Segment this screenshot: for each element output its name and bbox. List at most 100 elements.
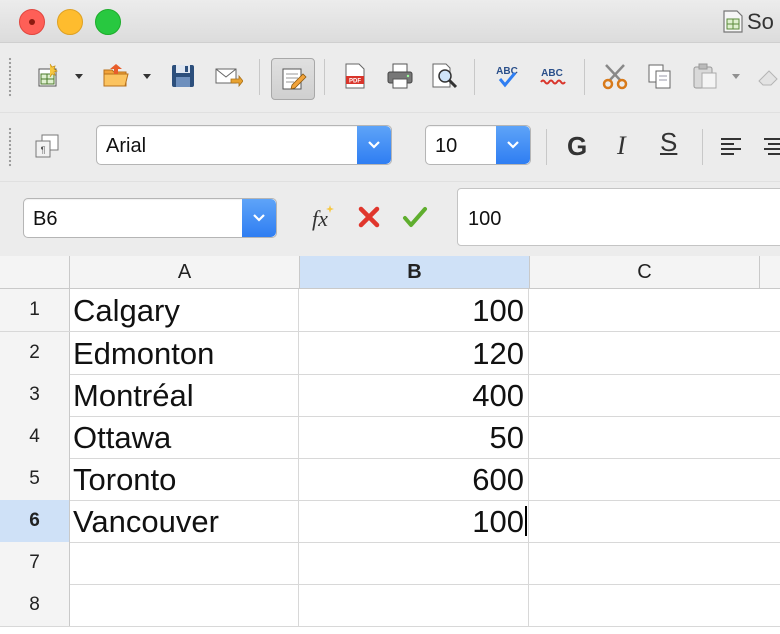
- cell-c4[interactable]: [530, 416, 780, 458]
- row-header[interactable]: 5: [0, 458, 70, 500]
- column-header-row: A B C: [0, 256, 780, 289]
- align-center-icon[interactable]: [757, 129, 780, 163]
- table-row: 6 Vancouver 100: [0, 500, 780, 543]
- table-row: 4 Ottawa 50: [0, 416, 780, 459]
- cancel-icon[interactable]: [352, 200, 386, 234]
- spreadsheet-grid[interactable]: A B C 1 Calgary 100 2 Edmonton 120 3 Mon…: [0, 256, 780, 634]
- email-icon[interactable]: [211, 59, 245, 93]
- align-left-icon[interactable]: [714, 129, 748, 163]
- toolbar-separator: [474, 59, 475, 95]
- cut-icon[interactable]: [598, 59, 632, 93]
- cell-b6-active[interactable]: 100: [300, 500, 529, 542]
- cell-c8[interactable]: [530, 584, 780, 626]
- font-name-combo[interactable]: Arial: [96, 125, 392, 165]
- new-dropdown-arrow[interactable]: [74, 59, 84, 93]
- cell-b8[interactable]: [300, 584, 529, 626]
- cell-b1[interactable]: 100: [300, 289, 529, 331]
- cell-a3[interactable]: Montréal: [70, 374, 299, 416]
- toolbar-grip[interactable]: [8, 127, 12, 167]
- clear-format-icon[interactable]: [751, 59, 780, 93]
- column-header-a[interactable]: A: [70, 256, 300, 288]
- row-header[interactable]: 3: [0, 374, 70, 416]
- table-row: 5 Toronto 600: [0, 458, 780, 501]
- toolbar-separator: [702, 129, 703, 165]
- paste-dropdown-arrow[interactable]: [731, 59, 741, 93]
- select-all-corner[interactable]: [0, 256, 70, 288]
- cell-c3[interactable]: [530, 374, 780, 416]
- edit-mode-icon[interactable]: [271, 58, 315, 100]
- column-header-b[interactable]: B: [300, 256, 530, 288]
- italic-button[interactable]: I: [617, 131, 626, 161]
- styles-icon[interactable]: ¶: [30, 129, 64, 163]
- print-preview-icon[interactable]: [427, 59, 461, 93]
- close-window-button[interactable]: [19, 9, 45, 35]
- chevron-down-icon: [507, 141, 519, 149]
- formula-input-value[interactable]: 100: [468, 208, 501, 231]
- cell-a8[interactable]: [70, 584, 299, 626]
- minimize-window-button[interactable]: [57, 9, 83, 35]
- font-size-dropdown-button[interactable]: [496, 126, 530, 164]
- table-row: 3 Montréal 400: [0, 374, 780, 417]
- print-icon[interactable]: [383, 59, 417, 93]
- row-header[interactable]: 8: [0, 584, 70, 626]
- cell-a6[interactable]: Vancouver: [70, 500, 299, 542]
- chevron-down-icon: [368, 141, 380, 149]
- cell-c5[interactable]: [530, 458, 780, 500]
- cell-b3[interactable]: 400: [300, 374, 529, 416]
- cell-b7[interactable]: [300, 542, 529, 584]
- copy-icon[interactable]: [643, 59, 677, 93]
- cell-a2[interactable]: Edmonton: [70, 332, 299, 374]
- shadow-button[interactable]: S: [660, 127, 677, 158]
- toolbar-separator: [259, 59, 260, 95]
- name-box-value[interactable]: B6: [33, 208, 57, 231]
- toolbar-separator: [584, 59, 585, 95]
- toolbar-separator: [324, 59, 325, 95]
- toolbar-separator: [546, 129, 547, 165]
- standard-toolbar: PDF ABC ABC: [0, 43, 780, 111]
- cell-a4[interactable]: Ottawa: [70, 416, 299, 458]
- table-row: 2 Edmonton 120: [0, 332, 780, 375]
- table-row: 8: [0, 584, 780, 627]
- font-name-value[interactable]: Arial: [106, 135, 146, 158]
- row-header[interactable]: 6: [0, 500, 70, 542]
- bold-button[interactable]: G: [567, 131, 587, 162]
- toolbar-grip[interactable]: [8, 57, 12, 97]
- row-header[interactable]: 7: [0, 542, 70, 584]
- maximize-window-button[interactable]: [95, 9, 121, 35]
- row-header[interactable]: 4: [0, 416, 70, 458]
- formula-input[interactable]: 100: [457, 188, 780, 246]
- spellcheck-icon[interactable]: ABC: [490, 59, 524, 93]
- new-spreadsheet-icon[interactable]: [31, 59, 65, 93]
- column-header-c[interactable]: C: [530, 256, 760, 288]
- cell-b4[interactable]: 50: [300, 416, 529, 458]
- cell-a7[interactable]: [70, 542, 299, 584]
- cell-c6[interactable]: [530, 500, 780, 542]
- table-row: 1 Calgary 100: [0, 289, 780, 332]
- cell-b2[interactable]: 120: [300, 332, 529, 374]
- save-icon[interactable]: [166, 59, 200, 93]
- export-pdf-icon[interactable]: PDF: [338, 59, 372, 93]
- row-header[interactable]: 2: [0, 332, 70, 374]
- open-folder-icon[interactable]: [99, 59, 133, 93]
- autospellcheck-icon[interactable]: ABC: [535, 59, 569, 93]
- name-box[interactable]: B6: [23, 198, 277, 238]
- font-size-value[interactable]: 10: [435, 135, 457, 158]
- font-size-combo[interactable]: 10: [425, 125, 531, 165]
- cell-b5[interactable]: 600: [300, 458, 529, 500]
- svg-text:fx: fx: [312, 206, 328, 231]
- row-header[interactable]: 1: [0, 289, 70, 331]
- chevron-down-icon: [253, 214, 265, 222]
- cell-c2[interactable]: [530, 332, 780, 374]
- accept-icon[interactable]: [398, 200, 432, 234]
- open-dropdown-arrow[interactable]: [142, 59, 152, 93]
- cell-a5[interactable]: Toronto: [70, 458, 299, 500]
- cell-c7[interactable]: [530, 542, 780, 584]
- cell-b6-value[interactable]: 100: [472, 504, 524, 539]
- cell-a1[interactable]: Calgary: [70, 289, 299, 331]
- font-name-dropdown-button[interactable]: [357, 126, 391, 164]
- name-box-dropdown-button[interactable]: [242, 199, 276, 237]
- function-wizard-icon[interactable]: fx: [305, 200, 339, 234]
- paste-icon[interactable]: [688, 59, 722, 93]
- svg-text:¶: ¶: [41, 145, 46, 155]
- cell-c1[interactable]: [530, 289, 780, 331]
